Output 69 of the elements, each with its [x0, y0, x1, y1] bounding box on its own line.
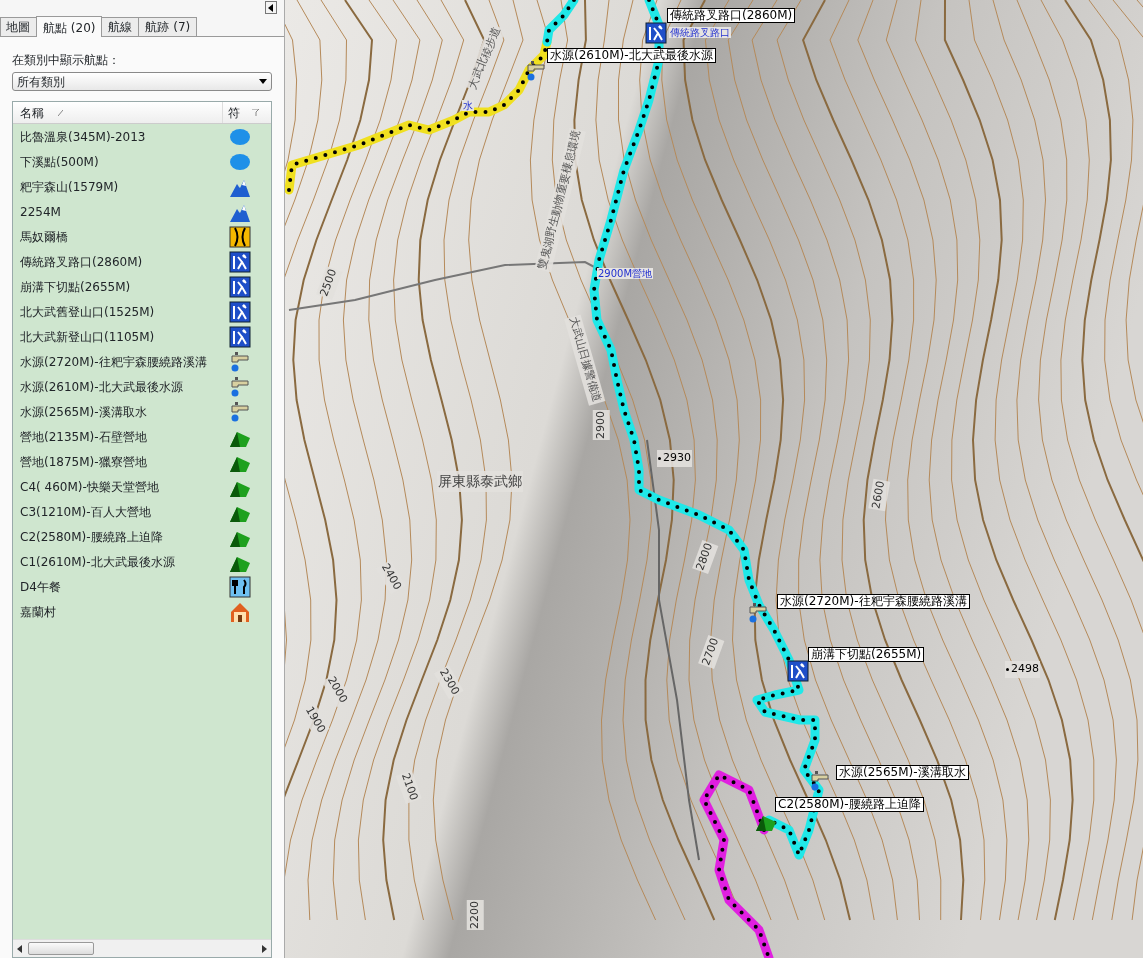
filter-label: 在類別中顯示航點：: [12, 52, 121, 69]
dropdown-arrow-icon: [259, 79, 267, 84]
map-note: 傳統路叉路口: [669, 27, 731, 38]
water-tap-icon: [229, 350, 251, 373]
water-tap-icon: [809, 770, 831, 792]
collapse-button[interactable]: [265, 1, 277, 14]
waypoint-label: C2(2580M)-腰繞路上迫降: [775, 797, 924, 812]
waypoint-row[interactable]: 2254M: [13, 199, 271, 224]
scroll-left-icon[interactable]: [17, 944, 22, 953]
waypoint-row[interactable]: 北大武舊登山口(1525M): [13, 299, 271, 324]
tab[interactable]: 航跡 (7): [138, 17, 198, 36]
hiker-icon: [229, 300, 251, 323]
filter-icon: [252, 109, 259, 116]
waypoint-row[interactable]: 粑宇森山(1579M): [13, 174, 271, 199]
tab[interactable]: 航線: [101, 17, 140, 36]
column-header[interactable]: 符: [223, 103, 271, 122]
hiker-icon: [787, 660, 809, 682]
waypoint-label: 水源(2610M)-北大武最後水源: [547, 48, 716, 63]
scroll-right-icon[interactable]: [262, 944, 267, 953]
waypoint-row[interactable]: 營地(2135M)-石壁營地: [13, 424, 271, 449]
waypoint-row[interactable]: 嘉蘭村: [13, 599, 271, 624]
water-tap-icon: [747, 602, 769, 624]
water-tap-icon: [229, 375, 251, 398]
bridge-icon: [229, 225, 251, 248]
map-note: 2900M營地: [597, 268, 654, 279]
waypoint-row[interactable]: C1(2610M)-北大武最後水源: [13, 549, 271, 574]
waypoint-row[interactable]: 水源(2610M)-北大武最後水源: [13, 374, 271, 399]
waypoint-label: 水源(2720M)-往粑宇森腰繞路溪溝: [777, 594, 970, 609]
category-dropdown[interactable]: 所有類別: [12, 72, 272, 91]
horizontal-scrollbar[interactable]: [13, 939, 271, 957]
spot-height-label: 2498: [1011, 662, 1039, 675]
waypoint-row[interactable]: 北大武新登山口(1105M): [13, 324, 271, 349]
spot-height-label: 2930: [663, 451, 691, 464]
house-icon: [229, 600, 251, 623]
tab[interactable]: 航點 (20): [36, 16, 103, 37]
hiker-icon: [229, 275, 251, 298]
collapse-arrow-icon: [268, 3, 274, 12]
waypoint-row[interactable]: 崩溝下切點(2655M): [13, 274, 271, 299]
contour-label: 2200: [466, 900, 484, 930]
waypoint-row[interactable]: 水源(2565M)-溪溝取水: [13, 399, 271, 424]
waypoint-label: 傳統路叉路口(2860M): [667, 8, 796, 23]
column-header-label: 名稱: [20, 104, 44, 122]
spot-dot: [658, 456, 661, 460]
sort-icon: [58, 109, 63, 116]
contour-label: 2900: [592, 410, 610, 440]
water-tap-icon: [525, 60, 547, 82]
column-header-label: 符: [228, 104, 240, 122]
waypoint-row[interactable]: 比魯溫泉(345M)-2013: [13, 124, 271, 149]
tab[interactable]: 地圖: [0, 17, 37, 36]
area-label: 屏東縣泰武鄉: [437, 471, 523, 492]
hiker-icon: [645, 22, 667, 44]
hiker-icon: [229, 325, 251, 348]
waypoint-row[interactable]: 傳統路叉路口(2860M): [13, 249, 271, 274]
waypoint-row[interactable]: 馬奴爾橋: [13, 224, 271, 249]
waypoint-label: 水源(2565M)-溪溝取水: [836, 765, 969, 780]
column-header[interactable]: 名稱: [13, 102, 223, 123]
waypoint-row[interactable]: 下溪點(500M): [13, 149, 271, 174]
waypoint-row[interactable]: 營地(1875M)-獵寮營地: [13, 449, 271, 474]
waypoint-label: 崩溝下切點(2655M): [808, 647, 925, 662]
spot-dot: [1006, 667, 1009, 671]
water-tap-icon: [229, 400, 251, 423]
hiker-icon: [229, 250, 251, 273]
waypoint-row[interactable]: D4午餐: [13, 574, 271, 599]
fork-knife-icon: [229, 575, 251, 598]
waypoint-row[interactable]: C3(1210M)-百人大營地: [13, 499, 271, 524]
waypoint-row[interactable]: 水源(2720M)-往粑宇森腰繞路溪溝: [13, 349, 271, 374]
waypoint-row[interactable]: C4( 460M)-快樂天堂營地: [13, 474, 271, 499]
waypoint-row[interactable]: C2(2580M)-腰繞路上迫降: [13, 524, 271, 549]
map-note: 水: [462, 100, 474, 111]
